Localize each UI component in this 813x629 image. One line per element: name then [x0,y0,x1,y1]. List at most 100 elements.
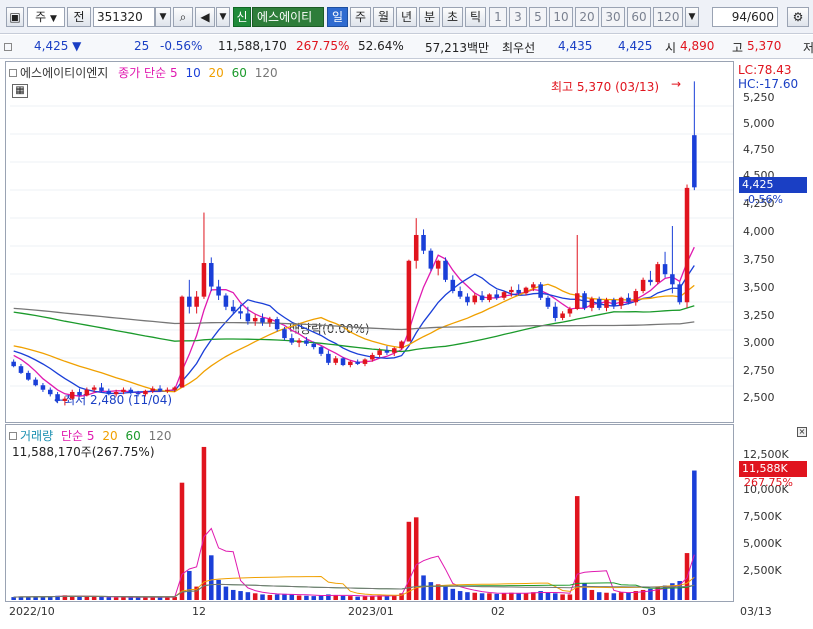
price-tick: 4,000 [743,225,775,238]
price-legend: 에스에이티이엔지 종가 단순 5 10 20 60 120 [9,64,278,81]
market-label: 주 [35,10,47,24]
volume-value: 11,588,170 [218,39,287,53]
period-year-tab[interactable]: 년 [396,7,417,27]
minute-1-button[interactable]: 1 [489,7,507,27]
ma120-legend: 120 [254,66,278,80]
current-volume-pct: 267.75% [744,476,793,489]
count-total: /600 [747,10,774,24]
period-second-tab[interactable]: 초 [442,7,463,27]
minute-10-button[interactable]: 10 [549,7,573,27]
ma5-legend: 5 [169,66,178,80]
volume-pct: 267.75% [296,39,350,53]
prev-button[interactable]: 전 [67,7,91,27]
volume-ma-label: 단순 [60,429,84,443]
low-label: 저 [803,41,813,55]
lc-value: LC:78.43 [738,63,792,77]
x-tick: 03/13 [740,605,772,618]
x-tick: 2023/01 [348,605,394,618]
best-bid-value: 4,425 [618,39,653,53]
price-tick: 2,500 [743,391,775,404]
ma10-legend: 10 [185,66,201,80]
price-tick: 5,000 [743,117,775,130]
hc-value: HC:-17.60 [738,77,799,91]
low-arrow-icon: ← [54,393,65,407]
period-day-tab[interactable]: 일 [327,7,348,27]
volume-legend-checkbox[interactable] [9,432,17,440]
price-tick: 3,750 [743,253,775,266]
best-price-label: 최우선 [502,41,536,55]
change-value: 25 [134,39,150,53]
price-tick: 2,750 [743,364,775,377]
minute-30-button[interactable]: 30 [601,7,625,27]
minute-3-button[interactable]: 3 [509,7,527,27]
volume-legend-name: 거래량 [20,429,54,443]
volume-tick: 12,500K [743,448,789,461]
minute-dropdown-icon[interactable]: ▼ [685,7,699,27]
vma20-legend: 20 [102,429,118,443]
ma20-legend: 20 [208,66,224,80]
x-tick: 12 [192,605,206,618]
minute-20-button[interactable]: 20 [575,7,599,27]
high-annotation: 최고 5,370 (03/13) [551,80,660,94]
x-tick: 03 [642,605,656,618]
search-icon[interactable]: ⌕ [173,7,193,27]
high-value: 5,370 [747,39,782,53]
period-minute-tab[interactable]: 분 [419,7,440,27]
low-annotation-text: 최저 2,480 (11/04) [64,393,173,407]
price-tick: 4,750 [743,143,775,156]
grid-table-icon[interactable]: ▦ [12,84,28,98]
volume-legend: 거래량 단순 5 20 60 120 [9,427,171,444]
code-input[interactable]: 351320 [93,7,155,27]
price-tick: 3,500 [743,281,775,294]
price-tick: 3,250 [743,309,775,322]
minute-60-button[interactable]: 60 [627,7,651,27]
price-tick: 5,250 [743,91,775,104]
volume-tick: 7,500K [743,510,782,523]
change-pct: -0.56% [160,39,203,53]
code-dropdown-icon[interactable]: ▼ [155,7,171,27]
close-panel-icon[interactable]: × [797,427,807,437]
volume-tick: 5,000K [743,537,782,550]
high-label: 고 [732,41,744,55]
dividend-annotation: 배당락(0.00%) [289,322,370,336]
price-legend-checkbox[interactable] [9,69,17,77]
x-tick: 2022/10 [9,605,55,618]
minute-5-button[interactable]: 5 [529,7,547,27]
vma60-legend: 60 [125,429,141,443]
speaker-dropdown-icon[interactable]: ▼ [216,7,230,27]
market-select[interactable]: 주 ▼ [27,7,65,27]
current-volume-flag: 11,588K [739,461,807,477]
vma5-legend: 5 [86,429,95,443]
period-month-tab[interactable]: 월 [373,7,394,27]
count-value: 94 [731,10,748,24]
layout-icon[interactable]: ▣ [6,7,24,27]
high-arrow-icon: → [671,77,682,91]
minute-120-button[interactable]: 120 [653,7,683,27]
tools-icon[interactable]: ⚙ [787,7,809,27]
amount-value: 57,213백만 [425,41,490,55]
current-price-flag: 4,425 [739,177,807,193]
ma60-legend: 60 [231,66,247,80]
open-value: 4,890 [680,39,715,53]
price-tick: 3,000 [743,336,775,349]
price-value: 4,425 ▼ [34,39,82,53]
new-listing-badge: 신 [233,7,251,27]
quote-bar: 4,425 ▼ 25 -0.56% 11,588,170 267.75% 52.… [0,35,813,59]
best-ask-value: 4,435 [558,39,593,53]
x-tick: 02 [491,605,505,618]
price-legend-name: 에스에이티이엔지 [20,66,109,80]
ma-legend-label: 종가 단순 [118,66,167,80]
period-tick-tab[interactable]: 틱 [465,7,486,27]
period-week-tab[interactable]: 주 [350,7,371,27]
open-label: 시 [665,41,677,55]
count-input[interactable]: 94/600 [712,7,778,27]
stock-name: 에스에이티 [252,7,324,27]
collapse-icon[interactable] [4,40,16,54]
price-panel[interactable] [5,61,734,423]
toolbar: ▣ 주 ▼ 전 351320 ▼ ⌕ ◀ ▼ 신 에스에이티 일 주 월 년 분… [0,0,813,34]
chevron-down-icon: ▼ [49,14,57,24]
vma120-legend: 120 [148,429,172,443]
ratio-value: 52.64% [358,39,404,53]
speaker-icon[interactable]: ◀ [195,7,215,27]
current-pct-label: -0.56% [744,193,783,206]
